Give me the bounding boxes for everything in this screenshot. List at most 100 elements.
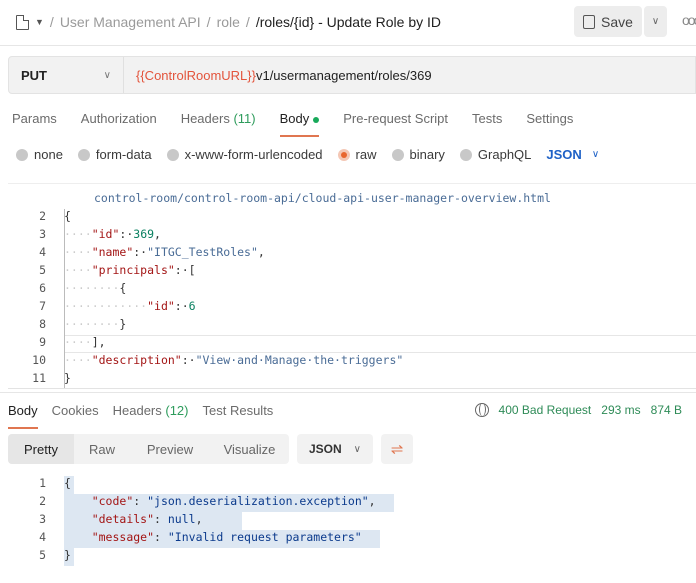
code-line: {: [64, 476, 71, 490]
line-number: 2: [39, 494, 46, 508]
tab-authorization[interactable]: Authorization: [81, 111, 157, 137]
response-tab-body[interactable]: Body: [8, 403, 38, 429]
tab-settings[interactable]: Settings: [526, 111, 573, 137]
more-options-icon[interactable]: ooo: [682, 12, 696, 28]
view-visualize[interactable]: Visualize: [210, 434, 289, 464]
code-token: :: [154, 530, 168, 544]
line-number: 7: [39, 299, 46, 313]
code-token: "Invalid request parameters": [167, 530, 362, 544]
tab-pre-request-script[interactable]: Pre-request Script: [343, 111, 448, 137]
code-token: {: [64, 209, 71, 223]
tab-tests[interactable]: Tests: [472, 111, 502, 137]
response-time[interactable]: 293 ms: [601, 403, 640, 417]
radio-GraphQL[interactable]: GraphQL: [459, 147, 532, 162]
breadcrumb-collection[interactable]: User Management API: [60, 14, 201, 30]
caret-down-icon[interactable]: ▼: [35, 17, 44, 27]
radio-none[interactable]: none: [16, 147, 63, 162]
radio-circle-icon[interactable]: [166, 148, 179, 161]
chevron-down-icon: ∨: [353, 443, 361, 455]
status-code[interactable]: 400 Bad Request: [499, 403, 592, 417]
request-tabs: Params Authorization Headers (11) Body Pre-r…: [12, 111, 597, 137]
code-token: :·[: [174, 263, 196, 277]
radio-circle-icon[interactable]: [77, 148, 90, 161]
tab-label: Settings: [526, 111, 574, 126]
line-number: 3: [39, 512, 46, 526]
code-token: :: [133, 494, 148, 508]
code-token: }: [64, 548, 71, 562]
breadcrumb-request[interactable]: /roles/{id} - Update Role by ID: [256, 14, 441, 30]
tab-body[interactable]: Body: [279, 111, 320, 137]
chevron-down-icon: ∨: [591, 149, 600, 160]
code-token: :·: [181, 353, 196, 367]
request-doc-icon: [16, 14, 29, 30]
url-input[interactable]: {{ControlRoomURL}}v1/usermanagement/role…: [124, 68, 432, 83]
code-token: "View·and·Manage·the·triggers": [195, 353, 404, 367]
tab-headers[interactable]: Headers (11): [181, 111, 256, 137]
url-bar: PUT ∨ {{ControlRoomURL}}v1/usermanagemen…: [8, 56, 696, 94]
code-line: "message": "Invalid request parameters": [64, 530, 362, 544]
chevron-down-icon: ∨: [651, 16, 660, 27]
radio-circle-icon[interactable]: [459, 148, 472, 161]
save-dropdown-button[interactable]: ∨: [644, 6, 667, 37]
view-pretty[interactable]: Pretty: [8, 434, 74, 464]
save-label: Save: [601, 13, 633, 30]
code-token: :·: [174, 299, 189, 313]
breadcrumb-folder[interactable]: role: [217, 14, 240, 30]
radio-circle-icon[interactable]: [16, 148, 28, 161]
line-number: 8: [39, 317, 46, 331]
tab-params[interactable]: Params: [12, 111, 57, 137]
line-number: 1: [39, 476, 46, 490]
chevron-down-icon: ∨: [103, 69, 111, 81]
code-token: :·: [133, 245, 148, 259]
response-tab-cookies[interactable]: Cookies: [52, 403, 99, 429]
radio-label: raw: [355, 147, 377, 162]
code-line: "code": "json.deserialization.exception"…: [64, 494, 376, 508]
globe-icon[interactable]: [474, 403, 489, 417]
request-body-editor[interactable]: · · · · · · · · · · · · · · · · · · · con…: [8, 183, 696, 389]
code-token: ········: [64, 317, 120, 331]
breadcrumb-sep: /: [49, 14, 54, 30]
code-token: ····: [64, 245, 92, 259]
response-format-label: JSON: [308, 442, 342, 456]
response-tabs: Body Cookies Headers (12) Test Results: [8, 403, 287, 429]
line-number: 2: [39, 209, 46, 223]
response-tab-headers[interactable]: Headers (12): [113, 403, 189, 429]
response-tab-test-results[interactable]: Test Results: [203, 403, 274, 429]
response-size[interactable]: 874 B: [651, 403, 682, 417]
code-token: "message": [91, 530, 155, 544]
radio-label: GraphQL: [477, 147, 532, 162]
radio-circle-icon[interactable]: [391, 148, 404, 161]
code-token: }: [64, 371, 71, 385]
line-number: 11: [32, 371, 46, 385]
radio-form-data[interactable]: form-data: [77, 147, 152, 162]
line-number: 3: [39, 227, 46, 241]
tab-label: Authorization: [80, 111, 157, 126]
tab-label: Cookies: [51, 403, 99, 418]
view-raw[interactable]: Raw: [74, 434, 130, 464]
code-token: "code": [91, 494, 134, 508]
wrap-lines-button[interactable]: ⇌: [381, 434, 413, 464]
save-button[interactable]: Save: [574, 6, 642, 37]
tab-label: Body: [279, 111, 310, 126]
response-body[interactable]: 1 {2 "code": "json.deserialization.except…: [8, 476, 696, 571]
radio-binary[interactable]: binary: [391, 147, 445, 162]
code-token: ········: [64, 281, 120, 295]
url-path: v1/usermanagement/roles/369: [255, 67, 432, 83]
radio-circle-icon[interactable]: [337, 148, 350, 161]
radio-raw[interactable]: raw: [337, 147, 377, 162]
code-token: ,: [154, 227, 161, 241]
body-format-select[interactable]: JSON ∨: [546, 147, 599, 162]
code-token: "details": [91, 512, 155, 526]
tab-label: Params: [12, 111, 57, 126]
code-line: {: [64, 209, 71, 223]
code-line: ····"description":·"View·and·Manage·the·…: [64, 353, 403, 367]
breadcrumb-sep: /: [245, 14, 250, 30]
url-variable: {{ControlRoomURL}}: [136, 67, 256, 83]
response-format-select[interactable]: JSON ∨: [297, 434, 373, 464]
radio-x-www-form-urlencoded[interactable]: x-www-form-urlencoded: [166, 147, 323, 162]
method-select[interactable]: PUT ∨: [9, 57, 124, 93]
view-preview[interactable]: Preview: [130, 434, 210, 464]
